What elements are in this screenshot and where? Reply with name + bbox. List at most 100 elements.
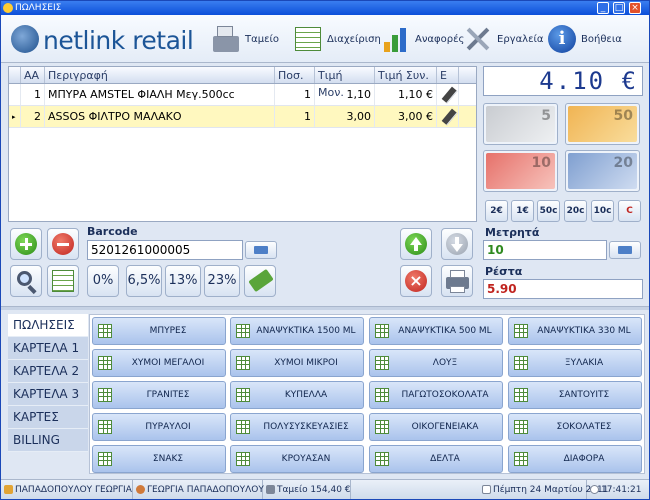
add-item-button[interactable] xyxy=(10,228,42,260)
toolbar-tools-button[interactable]: Εργαλεία xyxy=(463,21,543,57)
sales-grid[interactable]: ΑΑ Περιγραφή Ποσ. Τιμή Μον. Τιμή Συν. Ε … xyxy=(8,66,477,222)
note-50-button[interactable]: 50 xyxy=(565,103,640,145)
note-value: 20 xyxy=(613,155,633,171)
minimize-button[interactable]: _ xyxy=(597,2,609,14)
product-category-button[interactable]: ΚΡΟΥΑΣΑΝ xyxy=(230,445,364,473)
note-10-button[interactable]: 10 xyxy=(483,150,558,192)
category-grid-icon xyxy=(98,420,112,434)
remove-item-button[interactable] xyxy=(47,228,79,260)
logo-text: netlink retail xyxy=(43,26,194,55)
toolbar-management-button[interactable]: Διαχείριση xyxy=(293,21,381,57)
header-description[interactable]: Περιγραφή xyxy=(45,67,275,83)
header-total-price[interactable]: Τιμή Συν. xyxy=(375,67,437,83)
maximize-button[interactable]: □ xyxy=(613,2,625,14)
tab-sales[interactable]: ΠΩΛΗΣΕΙΣ xyxy=(8,314,88,337)
product-category-label: ΣΝΑΚΣ xyxy=(152,454,184,464)
tab-card-1[interactable]: ΚΑΡΤΕΛΑ 1 xyxy=(8,337,88,360)
product-category-label: ΧΥΜΟΙ ΜΕΓΑΛΟΙ xyxy=(131,358,205,368)
cash-keyboard-button[interactable] xyxy=(609,241,641,259)
header-aa[interactable]: ΑΑ xyxy=(21,67,45,83)
product-category-label: ΞΥΛΑΚΙΑ xyxy=(564,358,604,368)
move-up-button[interactable] xyxy=(400,228,432,260)
toolbar-label: Εργαλεία xyxy=(497,33,544,45)
toolbar-help-button[interactable]: i Βοήθεια xyxy=(547,21,622,57)
edit-pen-icon[interactable] xyxy=(437,106,459,127)
status-store: ΠΑΠΑΔΟΠΟΥΛΟΥ ΓΕΩΡΓΙΑ xyxy=(1,480,133,499)
print-button[interactable] xyxy=(441,265,473,297)
product-category-button[interactable]: ΑΝΑΨΥΚΤΙΚΑ 330 ML xyxy=(508,317,642,345)
spreadsheet-icon xyxy=(293,24,323,54)
product-category-button[interactable]: ΔΙΑΦΟΡΑ xyxy=(508,445,642,473)
product-category-button[interactable]: ΧΥΜΟΙ ΜΕΓΑΛΟΙ xyxy=(92,349,226,377)
category-grid-icon xyxy=(514,388,528,402)
vat-13-button[interactable]: 13% xyxy=(165,265,201,297)
product-category-button[interactable]: ΣΑΝΤΟΥΙΤΣ xyxy=(508,381,642,409)
discount-tag-button[interactable] xyxy=(244,265,276,297)
change-label: Ρέστα xyxy=(485,265,523,278)
panel-splitter[interactable] xyxy=(1,306,649,310)
coin-10c-button[interactable]: 10c xyxy=(591,200,614,222)
store-icon xyxy=(4,485,13,494)
note-20-button[interactable]: 20 xyxy=(565,150,640,192)
coin-20c-button[interactable]: 20c xyxy=(564,200,587,222)
product-category-button[interactable]: ΔΕΛΤΑ xyxy=(369,445,503,473)
move-down-button[interactable] xyxy=(441,228,473,260)
coin-1-euro-button[interactable]: 1€ xyxy=(511,200,534,222)
product-category-button[interactable]: ΟΙΚΟΓΕΝΕΙΑΚΑ xyxy=(369,413,503,441)
cash-input[interactable]: 10 xyxy=(483,240,607,260)
product-category-button[interactable]: ΠΟΛΥΣΥΣΚΕΥΑΣΙΕΣ xyxy=(230,413,364,441)
product-category-button[interactable]: ΑΝΑΨΥΚΤΙΚΑ 500 ML xyxy=(369,317,503,345)
logo-globe-icon xyxy=(11,25,39,53)
product-category-button[interactable]: ΞΥΛΑΚΙΑ xyxy=(508,349,642,377)
vat-0-button[interactable]: 0% xyxy=(87,265,119,297)
category-grid-icon xyxy=(98,452,112,466)
product-category-button[interactable]: ΣΟΚΟΛΑΤΕΣ xyxy=(508,413,642,441)
table-row[interactable]: 1 ΜΠΥΡΑ AMSTEL ΦΙΑΛΗ Mεγ.500cc 1 1,10 1,… xyxy=(9,84,476,106)
close-button[interactable]: × xyxy=(629,2,641,14)
product-category-button[interactable]: ΛΟΥΞ xyxy=(369,349,503,377)
product-category-button[interactable]: ΚΥΠΕΛΛΑ xyxy=(230,381,364,409)
tab-billing[interactable]: BILLING xyxy=(8,429,88,452)
cell-description: ΜΠΥΡΑ AMSTEL ΦΙΑΛΗ Mεγ.500cc xyxy=(45,84,275,105)
product-category-button[interactable]: ΜΠΥΡΕΣ xyxy=(92,317,226,345)
status-user: ΓΕΩΡΓΙΑ ΠΑΠΑΔΟΠΟΥΛΟΥ xyxy=(133,480,264,499)
header-edit[interactable]: Ε xyxy=(437,67,459,83)
search-button[interactable] xyxy=(10,265,42,297)
bar-chart-icon xyxy=(381,24,411,54)
edit-pen-icon[interactable] xyxy=(437,84,459,105)
tab-card-2[interactable]: ΚΑΡΤΕΛΑ 2 xyxy=(8,360,88,383)
header-unit-price[interactable]: Τιμή Μον. xyxy=(315,67,375,99)
product-category-button[interactable]: ΑΝΑΨΥΚΤΙΚΑ 1500 ML xyxy=(230,317,364,345)
app-icon xyxy=(3,3,13,13)
toolbar-cashier-button[interactable]: Ταμείο xyxy=(211,21,279,57)
coin-2-euro-button[interactable]: 2€ xyxy=(485,200,508,222)
tab-card-3[interactable]: ΚΑΡΤΕΛΑ 3 xyxy=(8,383,88,406)
product-category-button[interactable]: ΣΝΑΚΣ xyxy=(92,445,226,473)
vat-23-button[interactable]: 23% xyxy=(204,265,240,297)
vat-6-5-button[interactable]: 6,5% xyxy=(126,265,162,297)
product-category-label: ΚΡΟΥΑΣΑΝ xyxy=(281,454,331,464)
cash-label: Μετρητά xyxy=(485,226,540,239)
product-category-label: ΧΥΜΟΙ ΜΙΚΡΟΙ xyxy=(274,358,338,368)
status-time: 17:41:21 xyxy=(587,480,647,499)
product-category-button[interactable]: ΧΥΜΟΙ ΜΙΚΡΟΙ xyxy=(230,349,364,377)
note-5-button[interactable]: 5 xyxy=(483,103,558,145)
coin-50c-button[interactable]: 50c xyxy=(537,200,560,222)
grid-view-button[interactable] xyxy=(47,265,79,297)
cancel-receipt-button[interactable]: × xyxy=(400,265,432,297)
product-category-label: ΛΟΥΞ xyxy=(432,358,458,368)
clear-button[interactable]: C xyxy=(618,200,641,222)
table-row[interactable]: ▸ 2 ASSOS ΦΙΛΤΡΟ ΜΑΛΑΚΟ 1 3,00 3,00 € xyxy=(9,106,476,128)
barcode-keyboard-button[interactable] xyxy=(245,241,277,259)
product-category-button[interactable]: ΠΑΓΩΤΟΣΟΚΟΛΑΤΑ xyxy=(369,381,503,409)
product-category-label: ΜΠΥΡΕΣ xyxy=(149,326,187,336)
cell-quantity: 1 xyxy=(275,106,315,127)
product-category-label: ΣΑΝΤΟΥΙΤΣ xyxy=(558,390,610,400)
barcode-input[interactable]: 5201261000005 xyxy=(87,240,243,260)
toolbar-reports-button[interactable]: Αναφορές xyxy=(381,21,464,57)
tab-cards[interactable]: ΚΑΡΤΕΣ xyxy=(8,406,88,429)
product-category-button[interactable]: ΠΥΡΑΥΛΟΙ xyxy=(92,413,226,441)
product-category-button[interactable]: ΓΡΑΝΙΤΕΣ xyxy=(92,381,226,409)
product-category-label: ΑΝΑΨΥΚΤΙΚΑ 500 ML xyxy=(398,326,492,336)
header-quantity[interactable]: Ποσ. xyxy=(275,67,315,83)
